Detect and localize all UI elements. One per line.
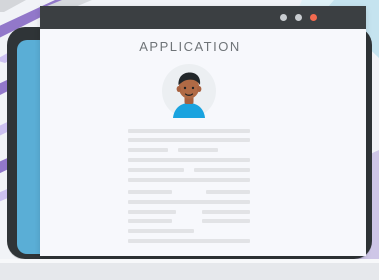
page-title: APPLICATION: [139, 39, 241, 54]
text-line: [206, 190, 250, 194]
text-line: [128, 178, 250, 182]
window-titlebar: [40, 6, 366, 29]
text-line: [128, 129, 250, 133]
text-line: [128, 168, 184, 172]
window-control-dot-icon[interactable]: [295, 14, 302, 21]
person-avatar-icon: [162, 64, 216, 118]
text-line: [128, 229, 194, 233]
window-control-dot-icon[interactable]: [280, 14, 287, 21]
application-window: APPLICATION: [40, 6, 366, 256]
text-line: [202, 210, 250, 214]
text-line: [128, 219, 172, 223]
text-line: [128, 200, 250, 204]
text-line: [128, 148, 168, 152]
text-line: [178, 148, 218, 152]
text-line: [194, 168, 250, 172]
application-illustration: APPLICATION: [0, 0, 379, 280]
text-line: [202, 219, 250, 223]
window-close-dot-icon[interactable]: [310, 14, 317, 21]
text-line: [128, 138, 250, 142]
laptop-base-highlight: [0, 259, 379, 263]
text-line: [128, 210, 176, 214]
text-line: [128, 239, 250, 243]
text-line: [128, 190, 172, 194]
text-line: [128, 158, 250, 162]
form-placeholder-lines: [128, 129, 250, 244]
